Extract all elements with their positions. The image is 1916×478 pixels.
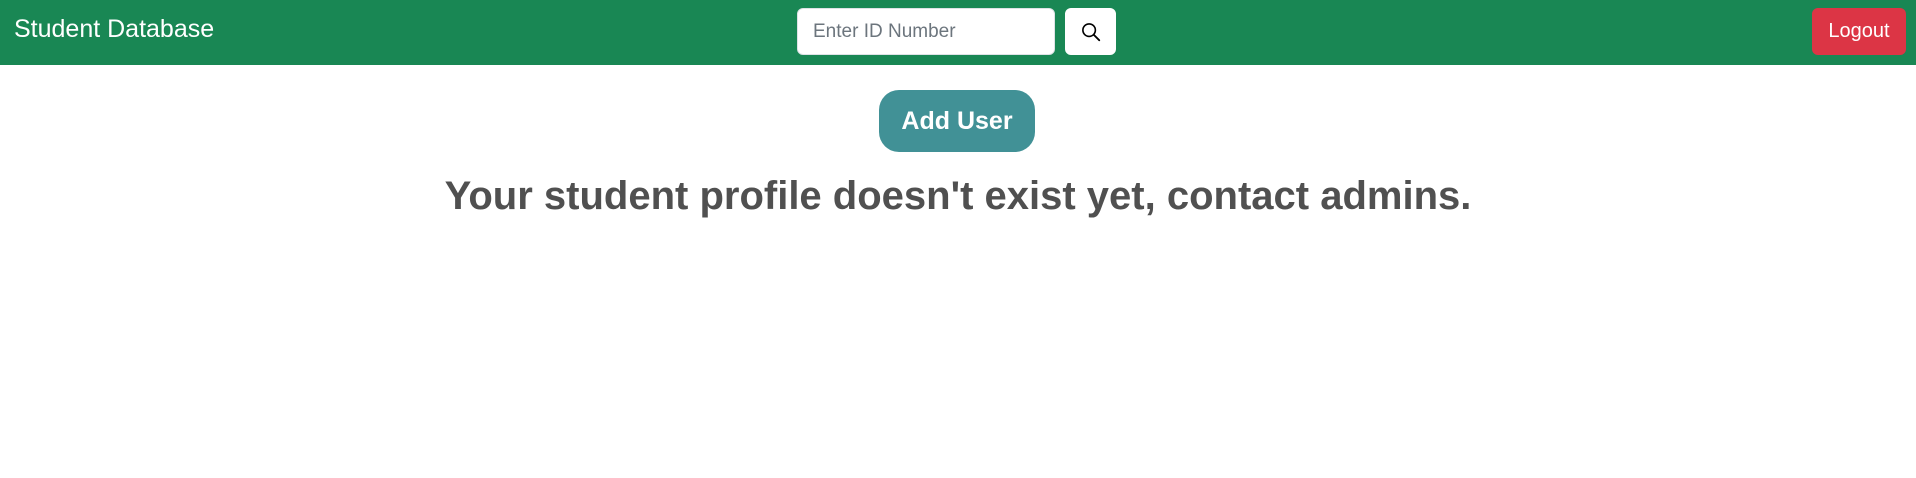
search-input[interactable]: [797, 8, 1055, 55]
brand-title[interactable]: Student Database: [14, 14, 214, 44]
search-icon: [1081, 22, 1100, 41]
top-navbar: Student Database Logout: [0, 0, 1916, 65]
search-form: [797, 8, 1116, 55]
add-user-button[interactable]: Add User: [879, 90, 1035, 152]
search-button[interactable]: [1065, 8, 1116, 55]
logout-button[interactable]: Logout: [1812, 8, 1906, 55]
profile-missing-message: Your student profile doesn't exist yet, …: [444, 174, 1472, 218]
